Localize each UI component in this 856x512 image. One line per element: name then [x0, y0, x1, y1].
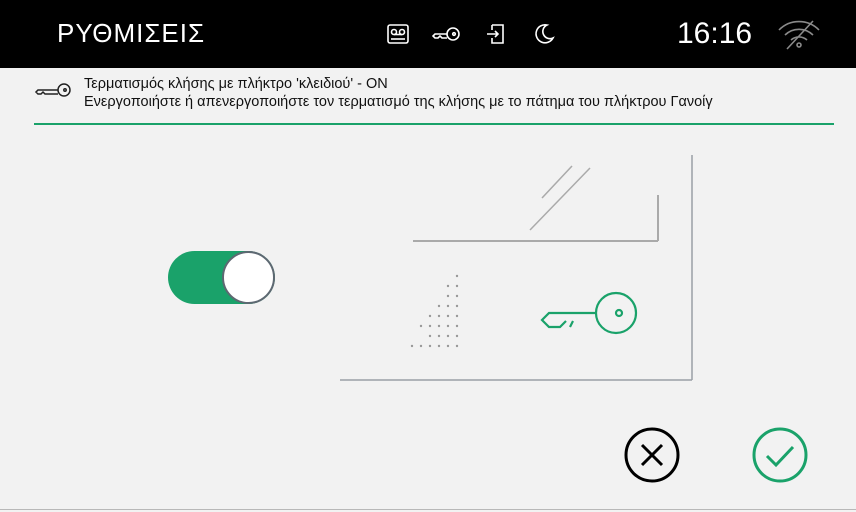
cancel-button[interactable] — [622, 425, 682, 490]
voicemail-icon — [386, 22, 410, 51]
close-circle-icon — [622, 427, 682, 489]
page-title: ΡΥΘΜΙΣΕΙΣ — [57, 18, 206, 48]
key-button-illustration — [335, 150, 705, 395]
key-icon — [34, 81, 72, 104]
clock: 16:16 — [677, 17, 753, 50]
key-icon — [431, 22, 462, 51]
bottom-border — [0, 509, 856, 510]
setting-description: Ενεργοποιήστε ή απενεργοποιήστε τον τερμ… — [84, 94, 713, 110]
door-exit-icon — [484, 22, 508, 51]
divider — [34, 123, 834, 125]
setting-title: Τερματισμός κλήσης με πλήκτρο 'κλειδιού'… — [84, 76, 388, 92]
check-circle-icon — [750, 427, 810, 489]
wifi-off-icon — [777, 20, 821, 55]
moon-icon — [532, 22, 556, 51]
top-bar: ΡΥΘΜΙΣΕΙΣ 16:16 — [0, 0, 856, 68]
toggle-knob — [222, 251, 275, 304]
call-end-key-toggle[interactable] — [168, 251, 275, 304]
confirm-button[interactable] — [750, 425, 810, 490]
